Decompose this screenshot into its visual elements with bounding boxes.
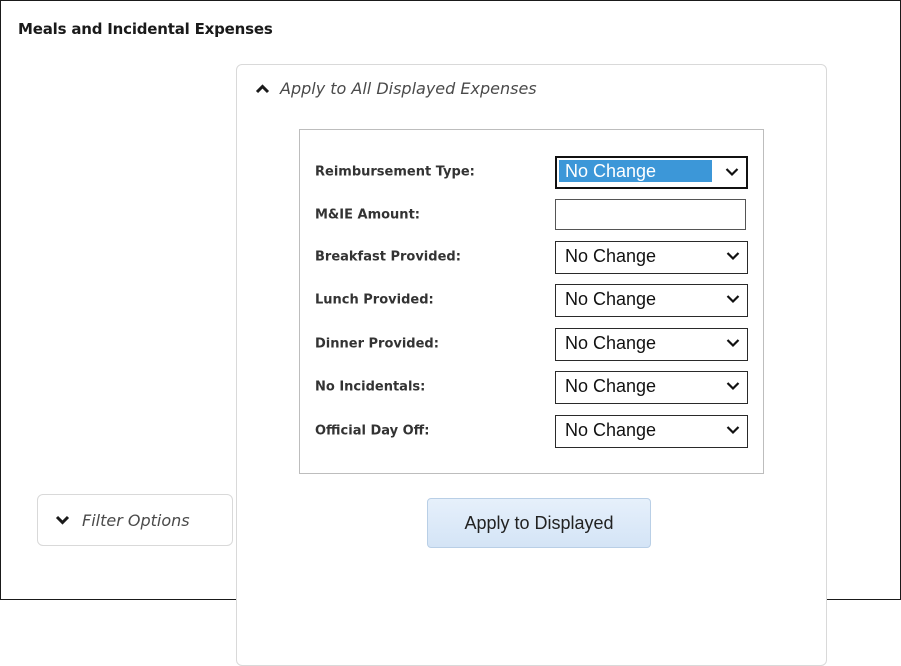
reimbursement-type-select[interactable]: No Change bbox=[555, 156, 748, 189]
form-row-mie-amount: M&IE Amount: bbox=[300, 199, 763, 231]
chevron-down-icon bbox=[726, 295, 740, 304]
chevron-down-icon bbox=[55, 515, 70, 525]
no-incidentals-label: No Incidentals: bbox=[315, 379, 426, 395]
apply-to-all-panel: Apply to All Displayed Expenses Reimburs… bbox=[236, 64, 827, 666]
filter-options-label: Filter Options bbox=[82, 510, 190, 530]
apply-to-all-toggle[interactable]: Apply to All Displayed Expenses bbox=[255, 79, 537, 98]
form-row-reimbursement-type: Reimbursement Type: No Change bbox=[300, 156, 763, 189]
apply-to-displayed-button[interactable]: Apply to Displayed bbox=[427, 498, 651, 548]
bulk-edit-form: Reimbursement Type: No Change M&IE Amoun… bbox=[299, 129, 764, 474]
apply-to-all-header: Apply to All Displayed Expenses bbox=[280, 79, 537, 98]
dinner-provided-value: No Change bbox=[565, 333, 657, 353]
form-row-breakfast: Breakfast Provided: No Change bbox=[300, 241, 763, 274]
official-day-off-value: No Change bbox=[565, 420, 657, 440]
chevron-up-icon bbox=[255, 83, 270, 93]
mie-amount-input[interactable] bbox=[555, 199, 746, 230]
form-row-lunch: Lunch Provided: No Change bbox=[300, 284, 763, 317]
reimbursement-type-label: Reimbursement Type: bbox=[315, 164, 475, 180]
official-day-off-select[interactable]: No Change bbox=[555, 415, 748, 448]
dinner-provided-select[interactable]: No Change bbox=[555, 328, 748, 361]
official-day-off-label: Official Day Off: bbox=[315, 423, 430, 439]
mie-amount-label: M&IE Amount: bbox=[315, 207, 420, 223]
filter-options-toggle[interactable]: Filter Options bbox=[37, 494, 233, 546]
chevron-down-icon bbox=[726, 339, 740, 348]
breakfast-provided-label: Breakfast Provided: bbox=[315, 249, 461, 265]
chevron-down-icon bbox=[726, 252, 740, 261]
lunch-provided-value: No Change bbox=[565, 289, 657, 309]
no-incidentals-select[interactable]: No Change bbox=[555, 371, 748, 404]
lunch-provided-label: Lunch Provided: bbox=[315, 292, 434, 308]
form-row-dinner: Dinner Provided: No Change bbox=[300, 328, 763, 361]
form-row-official-day-off: Official Day Off: No Change bbox=[300, 415, 763, 448]
reimbursement-type-value: No Change bbox=[559, 160, 712, 182]
no-incidentals-value: No Change bbox=[565, 376, 657, 396]
breakfast-provided-select[interactable]: No Change bbox=[555, 241, 748, 274]
chevron-down-icon bbox=[726, 426, 740, 435]
chevron-down-icon bbox=[726, 382, 740, 391]
breakfast-provided-value: No Change bbox=[565, 246, 657, 266]
form-row-no-incidentals: No Incidentals: No Change bbox=[300, 371, 763, 404]
section-title: Meals and Incidental Expenses bbox=[18, 20, 273, 38]
dinner-provided-label: Dinner Provided: bbox=[315, 336, 439, 352]
lunch-provided-select[interactable]: No Change bbox=[555, 284, 748, 317]
chevron-down-icon bbox=[725, 168, 739, 177]
